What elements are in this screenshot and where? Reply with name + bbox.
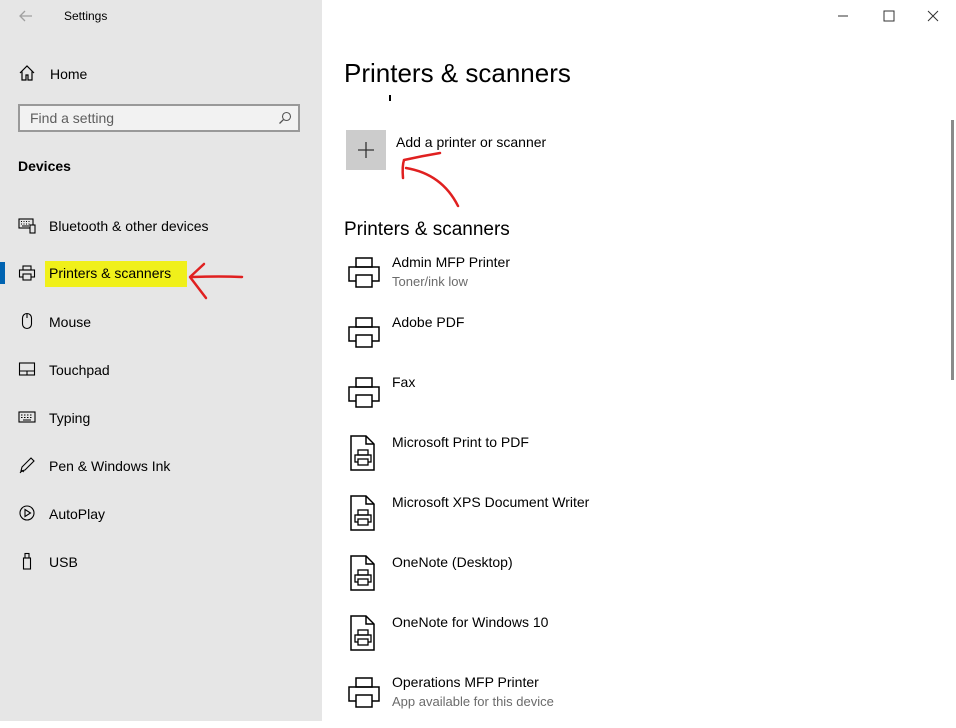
printer-name: Admin MFP Printer <box>392 254 510 270</box>
printer-name: Adobe PDF <box>392 314 465 330</box>
close-icon <box>927 10 939 22</box>
home-button[interactable]: Home <box>0 58 322 88</box>
document-printer-icon <box>350 615 375 651</box>
printer-icon <box>348 257 380 288</box>
title-bar: Settings <box>0 0 322 32</box>
document-printer-icon <box>350 495 375 531</box>
printer-name: Microsoft Print to PDF <box>392 434 529 450</box>
sidebar-item-label: Bluetooth & other devices <box>49 218 209 234</box>
search-input[interactable] <box>20 106 268 130</box>
printer-icon <box>348 677 380 708</box>
add-printer-label: Add a printer or scanner <box>396 134 547 150</box>
printer-icon <box>348 377 380 408</box>
minimize-icon <box>838 15 848 17</box>
touchpad-icon <box>18 362 36 376</box>
sidebar-item-label: AutoPlay <box>49 506 106 522</box>
home-icon <box>19 65 35 81</box>
page-title: Printers & scanners <box>344 58 571 88</box>
printers-list-title: Printers & scanners <box>344 219 510 240</box>
bluetooth-keyboard-icon <box>18 218 36 234</box>
search-box[interactable] <box>18 104 300 132</box>
back-arrow-icon <box>19 10 32 22</box>
sidebar-item-label: Printers & scanners <box>45 261 188 287</box>
section-title-devices: Devices <box>18 158 71 174</box>
printer-icon <box>18 265 36 281</box>
add-tile <box>346 130 386 170</box>
maximize-icon <box>883 10 895 22</box>
printer-status: Toner/ink low <box>392 274 468 289</box>
sidebar-item-label: Pen & Windows Ink <box>49 458 171 474</box>
document-printer-icon <box>350 555 375 591</box>
printer-item-ms-print-pdf[interactable]: Microsoft Print to PDF <box>344 428 944 488</box>
sidebar-item-printers[interactable]: Printers & scanners <box>0 252 322 300</box>
printer-item-adobe-pdf[interactable]: Adobe PDF <box>344 308 944 368</box>
sidebar-item-touchpad[interactable]: Touchpad <box>0 348 322 396</box>
printer-name: Operations MFP Printer <box>392 674 539 690</box>
printer-item-ms-xps[interactable]: Microsoft XPS Document Writer <box>344 488 944 548</box>
printer-item-fax[interactable]: Fax <box>344 368 944 428</box>
printer-name: Microsoft XPS Document Writer <box>392 494 590 510</box>
printer-status: App available for this device <box>392 694 554 709</box>
mouse-icon <box>21 312 33 330</box>
sidebar: Settings Home Devices Bluetooth & other … <box>0 0 322 721</box>
maximize-button[interactable] <box>866 0 912 32</box>
app-title: Settings <box>64 9 108 23</box>
autoplay-icon <box>19 505 35 521</box>
printer-item-onenote-win10[interactable]: OneNote for Windows 10 <box>344 608 944 668</box>
keyboard-icon <box>18 411 36 423</box>
document-printer-icon <box>350 435 375 471</box>
printers-list: Admin MFP Printer Toner/ink low Adobe PD… <box>344 248 944 728</box>
back-button[interactable] <box>14 4 38 28</box>
main-content: Printers & scanners Add a printer or sca… <box>322 0 956 721</box>
add-printer-button[interactable]: Add a printer or scanner <box>344 128 644 172</box>
sidebar-item-label: Mouse <box>49 314 92 330</box>
pen-icon <box>19 457 35 474</box>
usb-icon <box>22 552 32 570</box>
plus-icon <box>358 142 374 158</box>
text-caret <box>389 95 391 101</box>
sidebar-item-usb[interactable]: USB <box>0 540 322 588</box>
sidebar-item-autoplay[interactable]: AutoPlay <box>0 492 322 540</box>
printer-item-onenote-desktop[interactable]: OneNote (Desktop) <box>344 548 944 608</box>
printer-item-operations-mfp[interactable]: Operations MFP Printer App available for… <box>344 668 944 728</box>
sidebar-nav: Bluetooth & other devices Printers & sca… <box>0 204 322 588</box>
sidebar-item-label: Touchpad <box>49 362 110 378</box>
printer-name: Fax <box>392 374 416 390</box>
close-button[interactable] <box>910 0 956 32</box>
sidebar-item-label: USB <box>49 554 78 570</box>
sidebar-item-typing[interactable]: Typing <box>0 396 322 444</box>
selection-indicator <box>0 262 5 284</box>
scrollbar[interactable] <box>951 120 954 380</box>
sidebar-item-mouse[interactable]: Mouse <box>0 300 322 348</box>
home-label: Home <box>50 66 88 82</box>
sidebar-item-pen[interactable]: Pen & Windows Ink <box>0 444 322 492</box>
sidebar-item-label: Typing <box>49 410 91 426</box>
search-icon[interactable] <box>278 111 292 125</box>
sidebar-item-bluetooth[interactable]: Bluetooth & other devices <box>0 204 322 252</box>
printer-name: OneNote (Desktop) <box>392 554 513 570</box>
minimize-button[interactable] <box>820 0 866 32</box>
printer-icon <box>348 317 380 348</box>
printer-name: OneNote for Windows 10 <box>392 614 549 630</box>
printer-item-admin-mfp[interactable]: Admin MFP Printer Toner/ink low <box>344 248 944 308</box>
